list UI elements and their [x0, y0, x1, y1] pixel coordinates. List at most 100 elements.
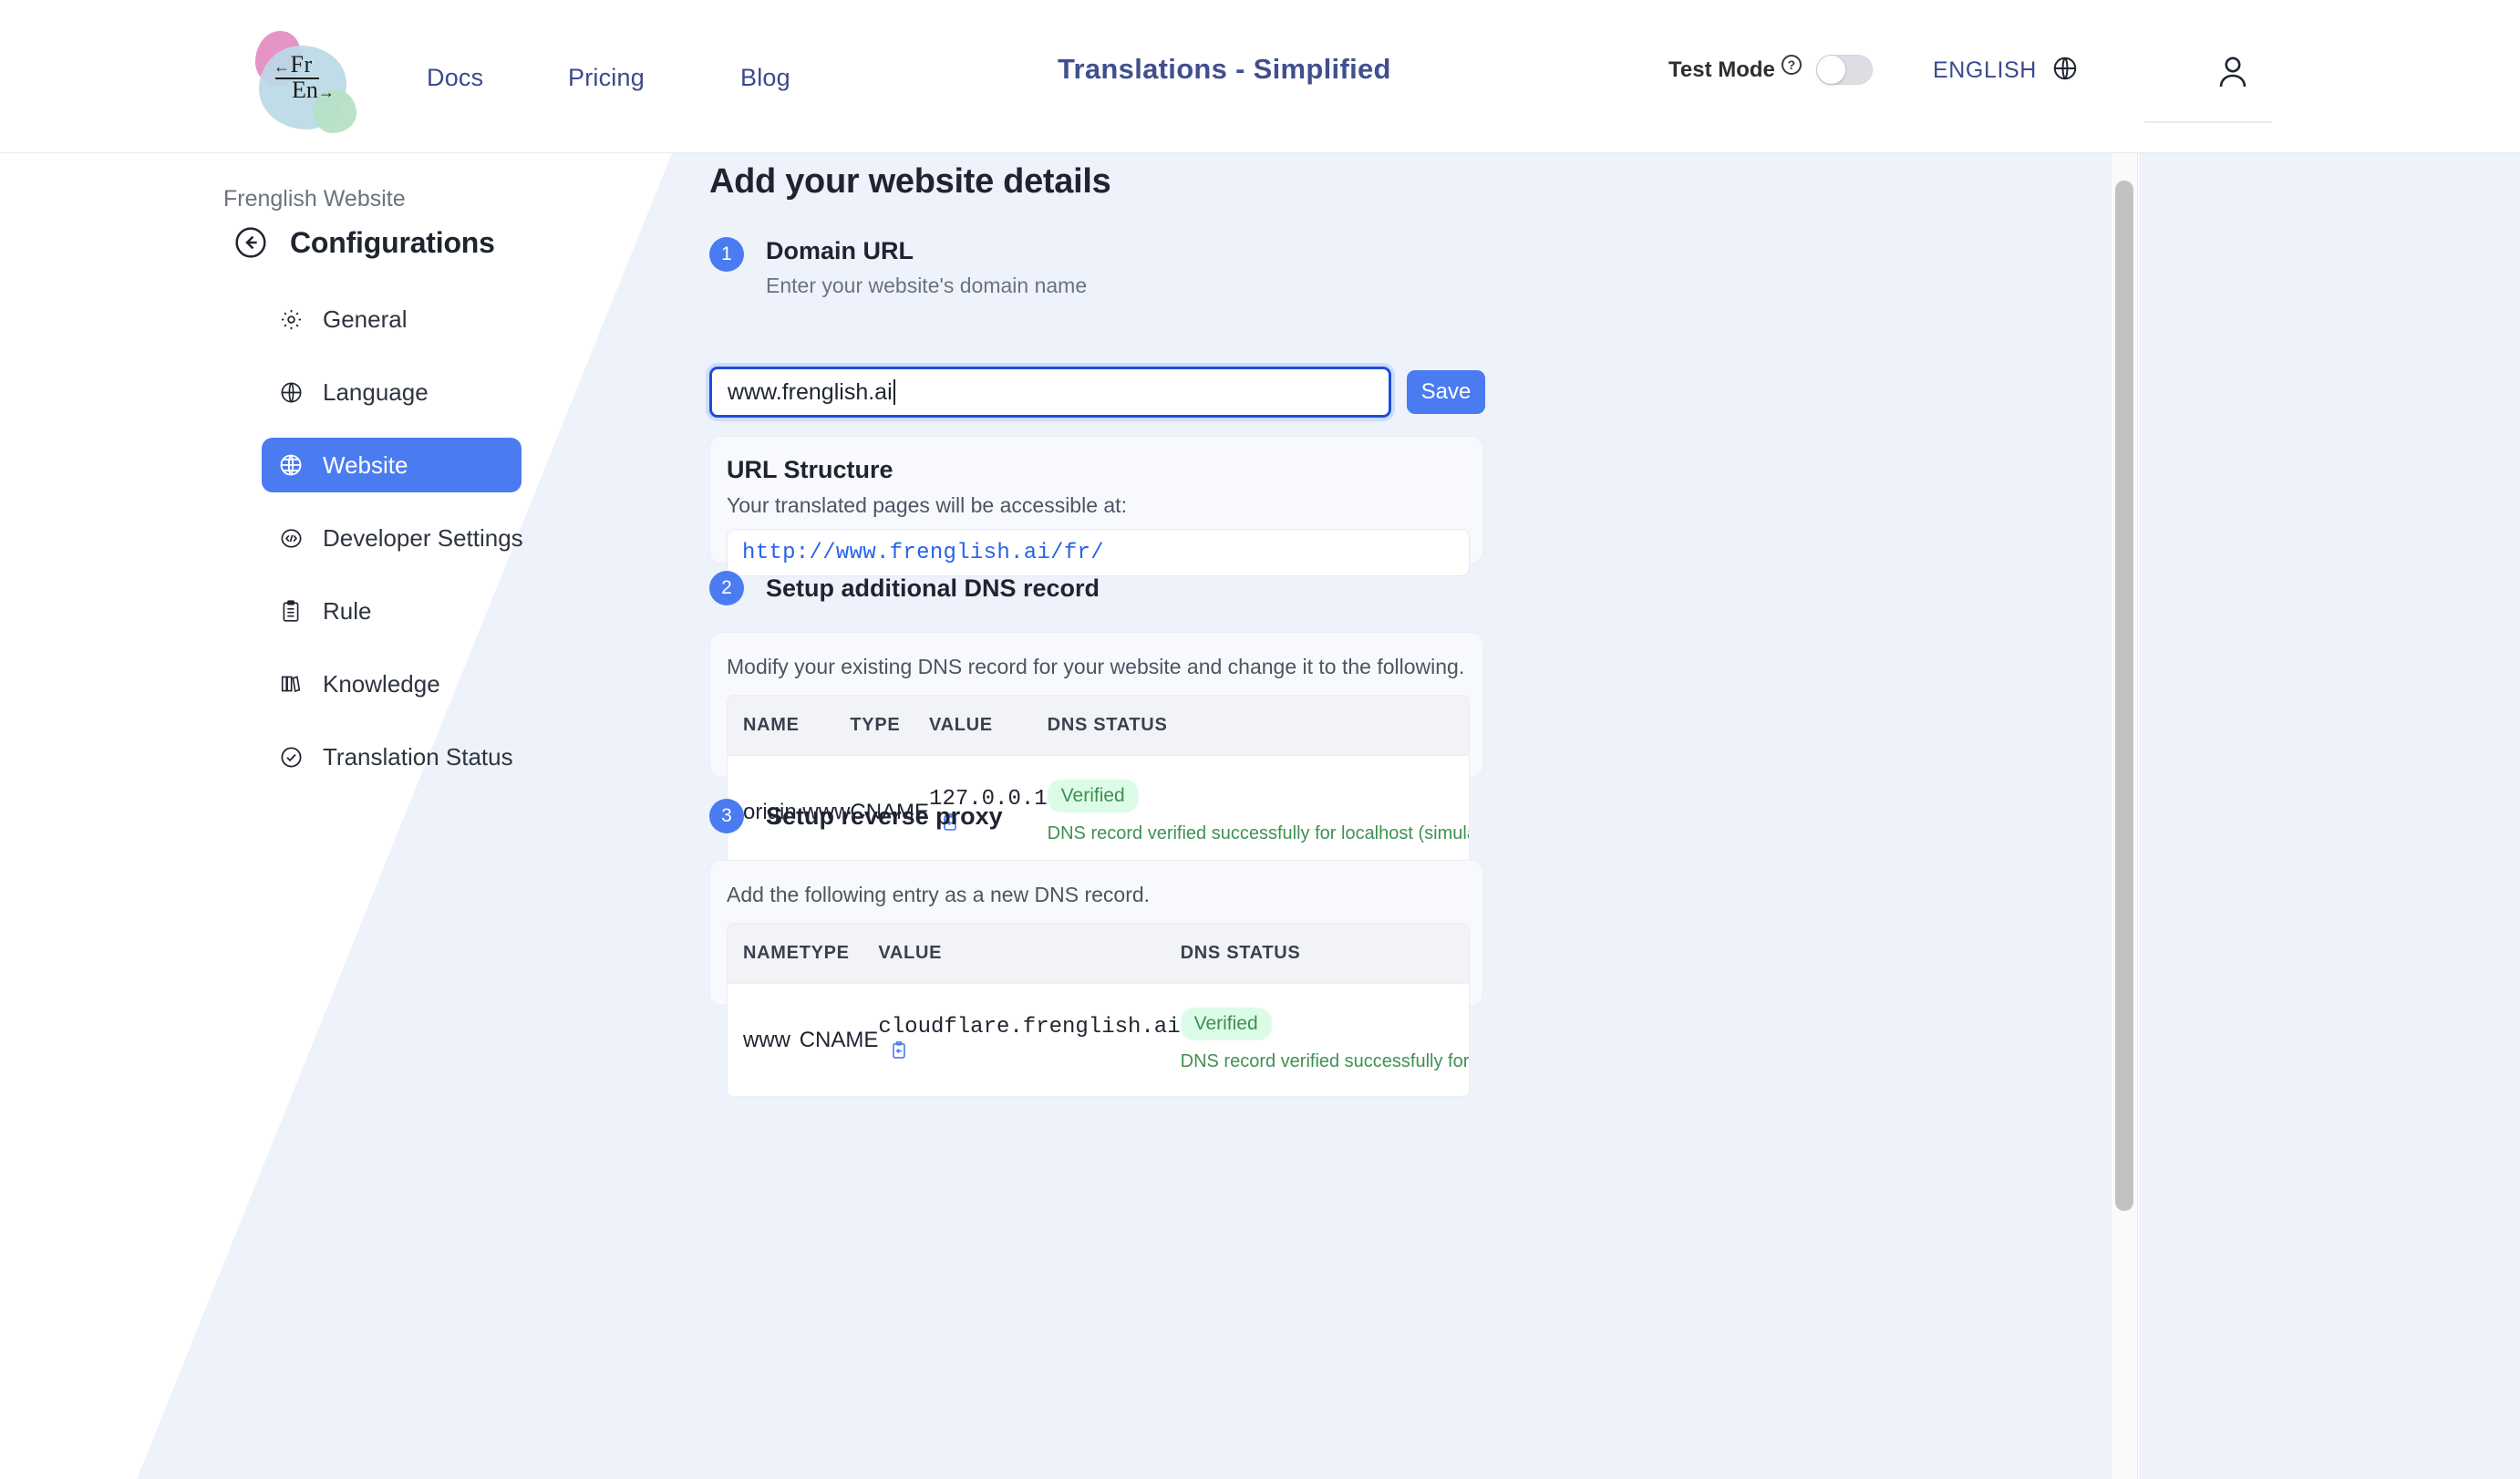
brand-title: Translations - Simplified [1058, 53, 1391, 85]
dns-record-value: cloudflare.frenglish.ai [878, 1015, 1181, 1039]
clipboard-list-icon [277, 597, 305, 625]
sidebar-item-general[interactable]: General [262, 292, 522, 346]
sidebar-header: Configurations [232, 224, 495, 261]
column-header-value: VALUE [878, 924, 1181, 984]
table-header-row: NAME TYPE VALUE DNS STATUS [728, 924, 1469, 984]
dns-record-value-cell: cloudflare.frenglish.ai [878, 983, 1181, 1096]
sidebar-item-label: Developer Settings [323, 523, 523, 552]
dns-record-name: www [728, 983, 800, 1096]
logo-source-lang: Fr [290, 51, 313, 78]
app-logo[interactable]: ←Fr En→ [244, 26, 356, 133]
dns-record-status-cell: Verified DNS record verified successfull… [1180, 983, 1470, 1096]
sidebar-item-label: Rule [323, 596, 372, 625]
domain-url-input-value: www.frenglish.ai [728, 378, 893, 405]
column-header-type: TYPE [850, 696, 930, 756]
sidebar-item-website[interactable]: Website [262, 438, 522, 492]
column-header-dns-status: DNS STATUS [1180, 924, 1469, 984]
nav-link-pricing[interactable]: Pricing [568, 64, 645, 92]
reverse-proxy-description: Add the following entry as a new DNS rec… [727, 883, 1151, 906]
domain-url-input[interactable]: www.frenglish.ai [709, 367, 1391, 418]
help-circle-icon[interactable]: ? [1781, 54, 1802, 75]
table-header-row: NAME TYPE VALUE DNS STATUS [728, 696, 1469, 756]
sidebar-item-knowledge[interactable]: Knowledge [262, 657, 522, 711]
test-mode-label: Test Mode [1668, 57, 1775, 82]
step-number-badge: 3 [709, 799, 744, 833]
column-header-name: NAME [728, 924, 800, 984]
column-header-dns-status: DNS STATUS [1047, 696, 1469, 756]
step-number-badge: 1 [709, 237, 744, 272]
sidebar-item-label: Knowledge [323, 669, 440, 698]
url-structure-subtitle: Your translated pages will be accessible… [727, 493, 1127, 517]
url-preview-box[interactable]: http://www.frenglish.ai/fr/ [727, 529, 1470, 576]
code-icon [277, 524, 305, 552]
dns-record-status-cell: Verified DNS record verified successfull… [1047, 755, 1470, 868]
step-number-badge: 2 [709, 571, 744, 605]
step-title: Setup additional DNS record [766, 574, 1100, 602]
dns-record-table-wrapper: NAME TYPE VALUE DNS STATUS origin.www CN… [727, 695, 1470, 869]
reverse-proxy-card: Add the following entry as a new DNS rec… [709, 860, 1483, 1097]
configurations-sidebar: Frenglish Website Configurations General [0, 153, 672, 1479]
sidebar-menu: General Language Website Developer Setti… [262, 292, 523, 802]
column-header-type: TYPE [799, 924, 879, 984]
column-header-value: VALUE [929, 696, 1048, 756]
status-badge: Verified [1047, 780, 1139, 812]
step-2-header: 2 Setup additional DNS record [709, 571, 1100, 605]
step-title: Setup reverse proxy [766, 802, 1003, 830]
logo-lettermark: ←Fr En→ [274, 51, 335, 103]
url-structure-title: URL Structure [727, 456, 893, 483]
right-gutter [2139, 153, 2520, 1479]
test-mode-toggle[interactable] [1815, 55, 1873, 85]
page-title: Add your website details [709, 162, 1111, 201]
dns-record-description: Modify your existing DNS record for your… [727, 655, 1465, 678]
status-badge: Verified [1180, 1008, 1272, 1040]
step-3-header: 3 Setup reverse proxy [709, 799, 1003, 833]
sidebar-item-label: Translation Status [323, 742, 513, 771]
toggle-knob [1816, 56, 1845, 84]
table-row: www CNAME cloudflare.frenglish.ai Verifi… [728, 983, 1470, 1096]
sidebar-item-developer-settings[interactable]: Developer Settings [262, 511, 523, 565]
url-structure-card: URL Structure Your translated pages will… [709, 436, 1483, 576]
globe-icon [277, 378, 305, 406]
url-preview-text: http://www.frenglish.ai/fr/ [742, 540, 1104, 565]
save-button[interactable]: Save [1407, 370, 1485, 414]
account-avatar-button[interactable] [2211, 50, 2255, 98]
back-arrow-icon[interactable] [232, 224, 269, 261]
sidebar-item-label: Website [323, 450, 408, 479]
language-selector[interactable]: ENGLISH [1933, 55, 2079, 87]
sidebar-item-rule[interactable]: Rule [262, 584, 522, 638]
top-navigation-bar: ←Fr En→ Docs Pricing Blog Translations -… [0, 0, 2520, 153]
reverse-proxy-table: NAME TYPE VALUE DNS STATUS www CNAME clo… [728, 924, 1470, 1096]
check-circle-icon [277, 743, 305, 771]
step-title: Domain URL [766, 237, 914, 264]
test-mode-control: Test Mode ? [1668, 54, 1873, 85]
nav-link-docs[interactable]: Docs [427, 64, 483, 92]
gear-icon [277, 305, 305, 333]
language-selector-label: ENGLISH [1933, 57, 2037, 83]
column-header-name: NAME [728, 696, 851, 756]
main-content-panel: Add your website details 1 Domain URL En… [672, 153, 2118, 1479]
sidebar-item-language[interactable]: Language [262, 365, 522, 419]
dns-record-table: NAME TYPE VALUE DNS STATUS origin.www CN… [728, 696, 1470, 868]
sidebar-item-translation-status[interactable]: Translation Status [262, 729, 522, 784]
books-icon [277, 670, 305, 698]
domain-url-row: www.frenglish.ai Save [709, 367, 1485, 418]
workspace-name: Frenglish Website [223, 186, 406, 212]
globe-icon [277, 451, 305, 479]
step-subtitle: Enter your website's domain name [766, 274, 1088, 297]
text-caret [893, 379, 895, 405]
copy-icon[interactable] [889, 1040, 909, 1067]
dns-record-card: Modify your existing DNS record for your… [709, 632, 1483, 869]
sidebar-item-label: Language [323, 378, 429, 406]
dns-verify-note: DNS record verified successfully for loc… [1047, 823, 1470, 843]
main-scrollbar-thumb[interactable] [2115, 181, 2133, 1211]
account-underline [2144, 121, 2272, 123]
reverse-proxy-table-wrapper: NAME TYPE VALUE DNS STATUS www CNAME clo… [727, 923, 1470, 1097]
sidebar-title: Configurations [290, 225, 495, 259]
dns-record-type: CNAME [799, 983, 879, 1096]
sidebar-item-label: General [323, 305, 408, 333]
nav-link-blog[interactable]: Blog [740, 64, 790, 92]
step-1-header: 1 Domain URL Enter your website's domain… [709, 237, 1087, 298]
dns-verify-note: DNS record verified successfully for loc… [1180, 1051, 1470, 1071]
globe-icon [2051, 55, 2079, 87]
logo-target-lang: En [292, 77, 318, 103]
